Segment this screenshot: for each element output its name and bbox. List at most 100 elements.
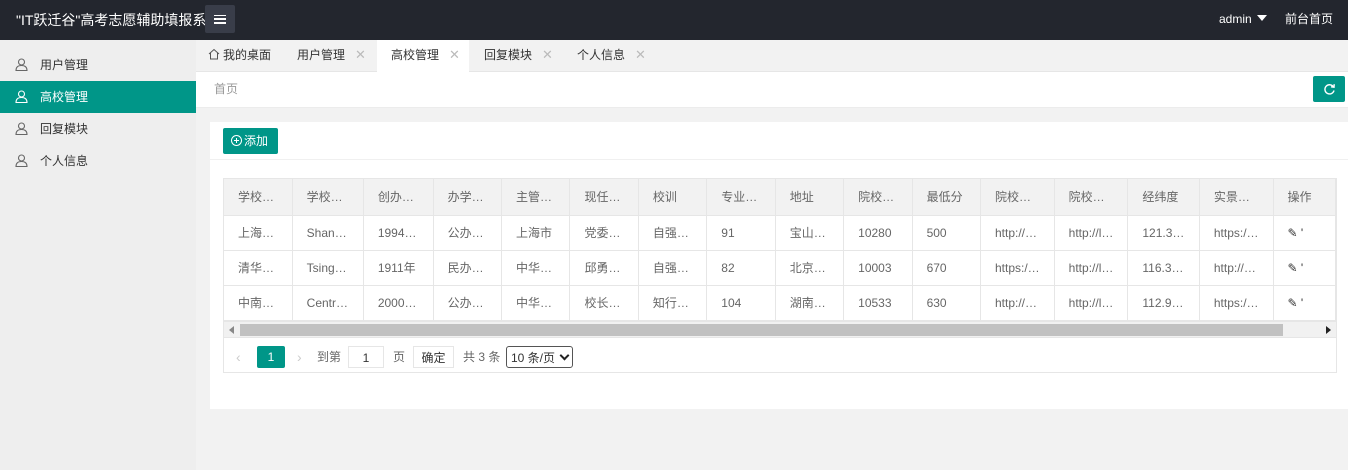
user-icon [15, 122, 28, 135]
top-header: "IT跃迁谷"高考志愿辅助填报系 admin 前台首页 [0, 0, 1348, 40]
table-cell: 上海市 [501, 215, 571, 251]
table-cell: 116.3… [1127, 250, 1200, 286]
column-header[interactable]: 学校… [224, 179, 293, 216]
goto-page-input[interactable]: 1 [348, 346, 384, 368]
table-cell: Centr… [292, 285, 364, 321]
table-cell: 104 [706, 285, 776, 321]
column-header[interactable]: 专业… [706, 179, 776, 216]
column-header[interactable]: 现任… [569, 179, 639, 216]
column-header[interactable]: 经纬度 [1127, 179, 1200, 216]
table-cell: 2000… [363, 285, 434, 321]
column-header[interactable]: 院校… [980, 179, 1055, 216]
edit-action[interactable]: ✎ ' [1273, 250, 1336, 286]
table-cell: Tsing… [292, 250, 364, 286]
table-cell: 121.3… [1127, 215, 1200, 251]
chevron-down-icon [559, 350, 570, 361]
plus-circle-icon [231, 135, 242, 146]
table-cell: http://… [980, 285, 1055, 321]
breadcrumb[interactable]: 首页 [214, 72, 238, 106]
table-cell: http://l… [1054, 215, 1129, 251]
scroll-left-icon[interactable] [229, 326, 234, 334]
table-cell: 自强… [638, 215, 708, 251]
table-cell: 中华… [501, 250, 571, 286]
table-cell: 自强… [638, 250, 708, 286]
sidebar: 用户管理 高校管理 回复模块 个人信息 [0, 40, 196, 470]
horizontal-scrollbar[interactable] [224, 321, 1336, 337]
table-cell: Shan… [292, 215, 364, 251]
column-header[interactable]: 办学… [433, 179, 503, 216]
table-cell: 91 [706, 215, 776, 251]
column-header[interactable]: 校训 [638, 179, 708, 216]
column-header[interactable]: 创办… [363, 179, 434, 216]
close-icon[interactable]: ✕ [635, 47, 646, 62]
tab-universities[interactable]: 高校管理 ✕ [377, 40, 469, 73]
sidebar-item-replies[interactable]: 回复模块 [0, 113, 196, 145]
page-size-select[interactable]: 10 条/页 [506, 346, 573, 368]
table-cell: https:/… [1199, 215, 1274, 251]
table-cell: 邱勇… [569, 250, 639, 286]
column-header[interactable]: 院校… [843, 179, 913, 216]
edit-action[interactable]: ✎ ' [1273, 215, 1336, 251]
table-cell: 民办… [433, 250, 503, 286]
table-cell: 10533 [843, 285, 913, 321]
table-cell: 670 [912, 250, 981, 286]
column-header-actions: 操作 [1273, 179, 1336, 216]
column-header[interactable]: 主管… [501, 179, 571, 216]
next-page-icon[interactable]: › [297, 346, 302, 368]
table-cell: 湖南… [775, 285, 845, 321]
table-cell: 公办… [433, 285, 503, 321]
sidebar-item-label: 用户管理 [40, 58, 89, 72]
table-cell: 校长… [569, 285, 639, 321]
tab-desktop[interactable]: 我的桌面 [208, 40, 271, 72]
table-cell: 上海… [224, 215, 293, 251]
close-icon[interactable]: ✕ [542, 47, 553, 62]
sidebar-item-users[interactable]: 用户管理 [0, 49, 196, 81]
add-button[interactable]: 添加 [223, 128, 278, 154]
table-row: 上海… Shan… 1994… 公办… 上海市 党委… 自强… 91 宝山… 1… [224, 215, 1336, 251]
user-icon [15, 58, 28, 71]
column-header[interactable]: 学校… [292, 179, 364, 216]
refresh-icon [1323, 83, 1335, 95]
tab-users[interactable]: 用户管理 ✕ [297, 40, 366, 72]
sidebar-item-profile[interactable]: 个人信息 [0, 145, 196, 177]
page-unit-label: 页 [393, 350, 406, 364]
column-header[interactable]: 院校… [1054, 179, 1129, 216]
table-cell: 党委… [569, 215, 639, 251]
tab-profile[interactable]: 个人信息 ✕ [577, 40, 646, 72]
goto-confirm-button[interactable]: 确定 [413, 346, 454, 368]
goto-label: 到第 [317, 350, 342, 364]
column-header[interactable]: 地址 [775, 179, 845, 216]
column-header[interactable]: 最低分 [912, 179, 981, 216]
scrollbar-thumb[interactable] [240, 324, 1283, 336]
table-cell: https:/… [980, 250, 1055, 286]
close-icon[interactable]: ✕ [355, 47, 366, 62]
frontend-home-link[interactable]: 前台首页 [1285, 0, 1333, 38]
hamburger-icon [214, 14, 226, 24]
column-header[interactable]: 实景… [1199, 179, 1274, 216]
close-icon[interactable]: ✕ [449, 47, 460, 62]
prev-page-icon[interactable]: ‹ [236, 346, 241, 368]
app-title: "IT跃迁谷"高考志愿辅助填报系 [16, 12, 207, 28]
refresh-button[interactable] [1313, 76, 1345, 102]
total-count: 共 3 条 [463, 350, 501, 364]
table-cell: https:/… [1199, 285, 1274, 321]
tab-replies[interactable]: 回复模块 ✕ [484, 40, 553, 72]
table-cell: 清华… [224, 250, 293, 286]
menu-toggle-button[interactable] [205, 5, 235, 33]
content-card: 添加 学校… 学校… 创办… 办学… 主管… 现任… 校训 专业… 地址 院校…… [210, 122, 1348, 409]
edit-action[interactable]: ✎ ' [1273, 285, 1336, 321]
page-1-button[interactable]: 1 [257, 346, 285, 368]
user-icon [15, 154, 28, 167]
table-cell: 82 [706, 250, 776, 286]
breadcrumb-bar: 首页 [196, 72, 1348, 108]
scroll-right-icon[interactable] [1326, 326, 1331, 334]
table-cell: http://… [1199, 250, 1274, 286]
table-cell: 500 [912, 215, 981, 251]
table-cell: 1994… [363, 215, 434, 251]
card-toolbar: 添加 [210, 122, 1348, 160]
table-cell: 中华… [501, 285, 571, 321]
sidebar-item-universities[interactable]: 高校管理 [0, 81, 196, 113]
table-cell: 知行… [638, 285, 708, 321]
user-name: admin [1219, 12, 1252, 26]
user-menu[interactable]: admin [1219, 0, 1267, 38]
